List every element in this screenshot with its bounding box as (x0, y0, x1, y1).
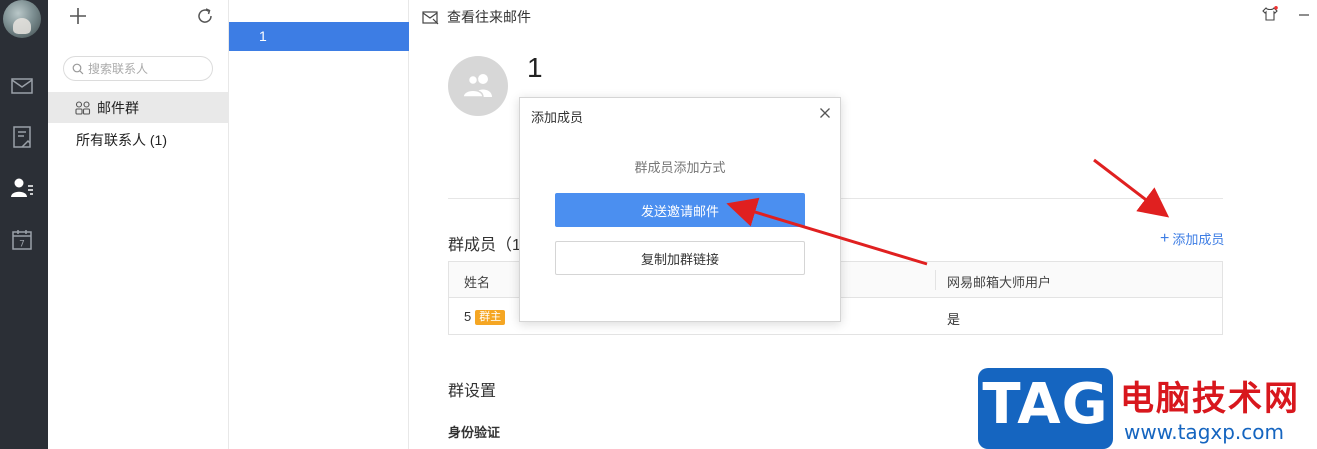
search-input[interactable] (88, 59, 208, 78)
plus-icon (70, 8, 86, 24)
dialog-subtitle: 群成员添加方式 (634, 160, 726, 175)
calendar-icon[interactable]: 7 (10, 228, 34, 252)
app-window: 7 邮件群 所有联系人 (1) 1 查看往来邮件 (0, 0, 1317, 449)
column-header-master-user: 网易邮箱大师用户 (947, 275, 1052, 290)
watermark-site-name: 电脑技术网 (1120, 379, 1300, 419)
list-item[interactable]: 1 (229, 22, 409, 51)
add-member-button[interactable]: + 添加成员 (1160, 229, 1224, 248)
group-list: 1 (229, 0, 409, 449)
search-box[interactable] (63, 56, 213, 81)
skin-button[interactable] (1262, 6, 1278, 22)
add-member-dialog: 添加成员 群成员添加方式 发送邀请邮件 复制加群链接 (519, 97, 841, 322)
group-people-icon (463, 74, 492, 97)
column-header-name: 姓名 (464, 275, 491, 290)
group-avatar (448, 56, 508, 116)
copy-link-button[interactable]: 复制加群链接 (555, 241, 805, 275)
dialog-close-button[interactable] (819, 107, 831, 119)
sidebar-item-all-contacts[interactable]: 所有联系人 (1) (48, 124, 229, 155)
page-title: 1 (527, 52, 543, 83)
nav-rail: 7 (0, 0, 48, 449)
watermark-logo: TAG (982, 372, 1109, 437)
sidebar-item-label: 所有联系人 (1) (76, 131, 167, 148)
group-icon (75, 100, 91, 115)
close-icon (820, 108, 830, 118)
master-user-value: 是 (947, 312, 961, 327)
member-name: 5 群主 (464, 309, 506, 325)
view-mail-history-link[interactable]: 查看往来邮件 (422, 7, 531, 27)
owner-badge: 群主 (475, 310, 506, 325)
add-contact-button[interactable] (68, 6, 88, 26)
column-separator (935, 270, 936, 290)
calendar-day: 7 (19, 240, 25, 250)
send-invite-button[interactable]: 发送邀请邮件 (555, 193, 805, 227)
dialog-title: 添加成员 (531, 110, 584, 125)
members-heading: 群成员（1 (448, 237, 521, 254)
shirt-icon (1262, 6, 1278, 21)
search-icon (72, 63, 84, 75)
mail-icon[interactable] (10, 74, 34, 98)
watermark-url: www.tagxp.com (1124, 420, 1284, 444)
contacts-panel: 邮件群 所有联系人 (1) (48, 0, 229, 449)
sidebar-item-mail-group[interactable]: 邮件群 (48, 92, 229, 123)
notes-icon[interactable] (10, 125, 34, 149)
mail-history-icon (422, 10, 439, 24)
plus-icon: + (1160, 229, 1170, 247)
minimize-button[interactable] (1296, 6, 1312, 22)
add-member-label: 添加成员 (1172, 232, 1225, 247)
view-mail-history-label: 查看往来邮件 (447, 9, 531, 25)
user-avatar[interactable] (3, 0, 41, 38)
minimize-icon (1299, 14, 1309, 16)
identity-heading: 身份验证 (448, 425, 501, 440)
watermark: TAG 电脑技术网 www.tagxp.com (978, 368, 1317, 449)
sidebar-item-label: 邮件群 (97, 99, 139, 116)
refresh-button[interactable] (195, 6, 215, 26)
refresh-icon (198, 8, 212, 23)
contacts-icon[interactable] (10, 176, 34, 200)
settings-heading: 群设置 (448, 383, 497, 400)
